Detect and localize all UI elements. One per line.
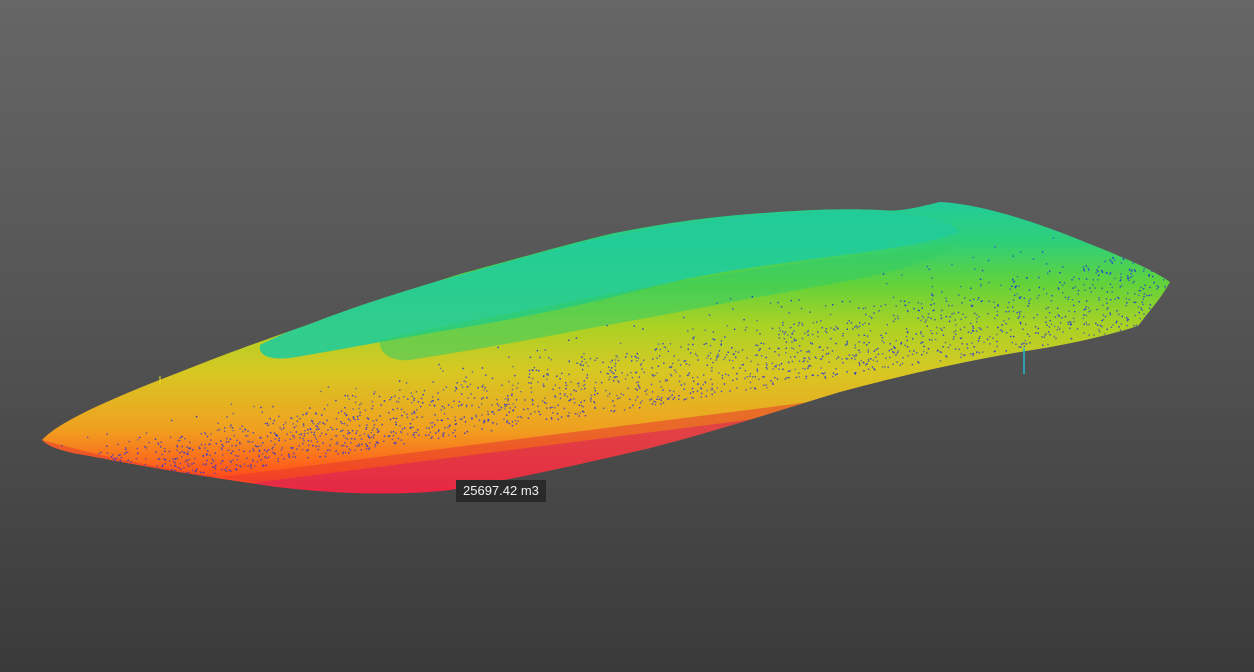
volume-measurement-label: 25697.42 m3	[456, 480, 546, 502]
3d-viewport[interactable]: 25697.42 m3	[0, 0, 1254, 672]
stockpile-surface	[42, 202, 1170, 494]
point-cloud[interactable]	[0, 0, 1254, 672]
